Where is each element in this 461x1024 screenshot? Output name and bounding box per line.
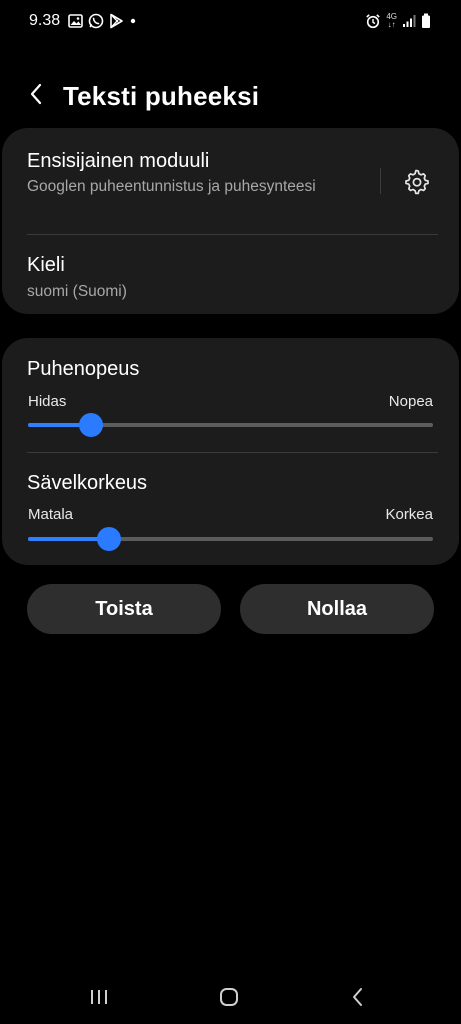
gallery-icon (68, 14, 83, 28)
network-4g-icon: 4G ↓↑ (386, 12, 397, 29)
pitch-slider[interactable] (28, 527, 433, 551)
pitch-min-label: Matala (28, 506, 74, 523)
sliders-card: Puhenopeus Hidas Nopea Sävelkorkeus Mata… (2, 338, 459, 565)
language-row[interactable]: Kieli suomi (Suomi) (2, 235, 459, 314)
dot-icon (129, 17, 137, 25)
speech-rate-thumb[interactable] (78, 413, 103, 437)
reset-button[interactable]: Nollaa (240, 584, 434, 634)
card-divider (27, 452, 438, 453)
home-button[interactable] (209, 982, 249, 1012)
play-button[interactable]: Toista (27, 584, 221, 634)
signal-icon (402, 14, 416, 28)
preferred-engine-row[interactable]: Ensisijainen moduuli Googlen puheentunni… (2, 128, 459, 234)
status-icons-left (68, 13, 137, 29)
preferred-engine-value: Googlen puheentunnistus ja puhesynteesi (27, 178, 316, 195)
pitch-thumb[interactable] (97, 527, 121, 551)
recent-apps-button[interactable] (79, 982, 119, 1012)
back-chevron-icon (30, 83, 42, 105)
speech-rate-max-label: Nopea (388, 393, 433, 410)
vertical-divider (380, 168, 381, 194)
home-icon (220, 988, 238, 1006)
recent-apps-icon (91, 990, 107, 1004)
whatsapp-icon (88, 13, 104, 29)
battery-icon (421, 13, 431, 29)
navigation-bar (0, 972, 461, 1024)
gear-icon (405, 169, 429, 195)
engine-settings-button[interactable] (396, 162, 436, 202)
pitch-max-label: Korkea (385, 506, 433, 523)
nav-back-button[interactable] (338, 982, 378, 1012)
back-icon (353, 988, 362, 1006)
status-icons-right: 4G ↓↑ (365, 13, 431, 29)
preferred-engine-title: Ensisijainen moduuli (27, 150, 210, 172)
play-store-icon (109, 13, 124, 29)
speech-rate-min-label: Hidas (28, 393, 67, 410)
alarm-icon (365, 13, 381, 29)
speech-rate-title: Puhenopeus (27, 358, 140, 380)
back-button[interactable] (20, 76, 52, 112)
status-bar: 9.38 4G ↓↑ (0, 0, 461, 44)
screen: 9.38 4G ↓↑ Teksti puheeksi Ensisijainen … (0, 0, 461, 1024)
page-title: Teksti puheeksi (63, 81, 260, 111)
pitch-title: Sävelkorkeus (27, 472, 148, 494)
language-title: Kieli (27, 254, 65, 276)
header: Teksti puheeksi (0, 70, 461, 118)
language-value: suomi (Suomi) (27, 283, 127, 300)
status-time: 9.38 (29, 12, 61, 29)
engine-card: Ensisijainen moduuli Googlen puheentunni… (2, 128, 459, 314)
speech-rate-slider[interactable] (28, 413, 433, 437)
